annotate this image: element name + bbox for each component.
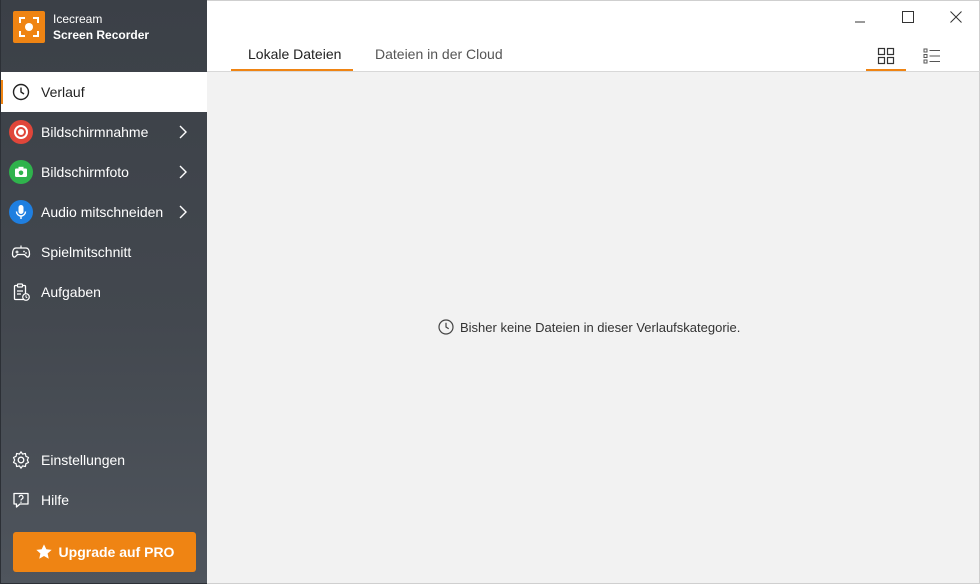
chevron-right-icon bbox=[179, 205, 187, 219]
microphone-icon bbox=[9, 200, 33, 224]
minimize-button[interactable] bbox=[845, 7, 875, 27]
clock-icon bbox=[9, 80, 33, 104]
list-view-icon bbox=[923, 48, 940, 64]
top-bar: Lokale Dateien Dateien in der Cloud bbox=[207, 0, 980, 72]
close-button[interactable] bbox=[941, 7, 971, 27]
grid-view-icon bbox=[877, 47, 895, 65]
sidebar-item-aufgaben[interactable]: Aufgaben bbox=[1, 272, 208, 312]
upgrade-button[interactable]: Upgrade auf PRO bbox=[13, 532, 196, 572]
sidebar-nav: Verlauf Bildschirmnahme Bildschirmfoto A… bbox=[1, 72, 208, 312]
sidebar-item-audio[interactable]: Audio mitschneiden bbox=[1, 192, 208, 232]
grid-view-button[interactable] bbox=[866, 41, 906, 71]
tab-dateien-in-der-cloud[interactable]: Dateien in der Cloud bbox=[375, 45, 503, 63]
help-icon bbox=[9, 488, 33, 512]
maximize-icon bbox=[902, 11, 914, 23]
sidebar-item-label: Einstellungen bbox=[41, 452, 126, 468]
sidebar-item-spielmitschnitt[interactable]: Spielmitschnitt bbox=[1, 232, 208, 272]
content-area: Bisher keine Dateien in dieser Verlaufsk… bbox=[207, 72, 980, 584]
record-icon bbox=[9, 120, 33, 144]
sidebar-item-hilfe[interactable]: Hilfe bbox=[1, 480, 208, 520]
clock-icon bbox=[438, 319, 454, 335]
gamepad-icon bbox=[9, 240, 33, 264]
active-view-indicator bbox=[866, 69, 906, 71]
sidebar-bottom-nav: Einstellungen Hilfe bbox=[1, 440, 208, 520]
sidebar-item-label: Verlauf bbox=[41, 84, 85, 100]
close-icon bbox=[950, 11, 962, 23]
upgrade-label: Upgrade auf PRO bbox=[58, 544, 175, 560]
main-panel: Lokale Dateien Dateien in der Cloud Bish… bbox=[207, 0, 980, 584]
camera-icon bbox=[9, 160, 33, 184]
minimize-icon bbox=[855, 21, 865, 23]
empty-state: Bisher keine Dateien in dieser Verlaufsk… bbox=[438, 319, 740, 335]
app-logo-icon bbox=[13, 11, 45, 43]
sidebar-item-bildschirmnahme[interactable]: Bildschirmnahme bbox=[1, 112, 208, 152]
sidebar-item-verlauf[interactable]: Verlauf bbox=[1, 72, 208, 112]
tasks-icon bbox=[9, 280, 33, 304]
sidebar-item-label: Bildschirmnahme bbox=[41, 124, 149, 140]
empty-state-message: Bisher keine Dateien in dieser Verlaufsk… bbox=[460, 319, 741, 335]
list-view-button[interactable] bbox=[912, 41, 952, 71]
app-title-line1: Icecream bbox=[53, 12, 103, 26]
sidebar-item-label: Aufgaben bbox=[41, 284, 101, 300]
sidebar-item-label: Bildschirmfoto bbox=[41, 164, 129, 180]
sidebar-item-einstellungen[interactable]: Einstellungen bbox=[1, 440, 208, 480]
chevron-right-icon bbox=[179, 165, 187, 179]
sidebar-item-label: Audio mitschneiden bbox=[41, 204, 164, 220]
tab-lokale-dateien[interactable]: Lokale Dateien bbox=[248, 45, 341, 63]
maximize-button[interactable] bbox=[893, 7, 923, 27]
sidebar: Icecream Screen Recorder Verlauf Bildsch… bbox=[0, 0, 208, 584]
star-icon bbox=[35, 544, 52, 559]
sidebar-item-label: Spielmitschnitt bbox=[41, 244, 132, 260]
gear-icon bbox=[9, 448, 33, 472]
app-title-line2: Screen Recorder bbox=[53, 28, 150, 42]
active-tab-indicator bbox=[231, 69, 353, 71]
chevron-right-icon bbox=[179, 125, 187, 139]
app-logo: Icecream Screen Recorder bbox=[13, 11, 149, 43]
sidebar-item-label: Hilfe bbox=[41, 492, 70, 508]
sidebar-item-bildschirmfoto[interactable]: Bildschirmfoto bbox=[1, 152, 208, 192]
